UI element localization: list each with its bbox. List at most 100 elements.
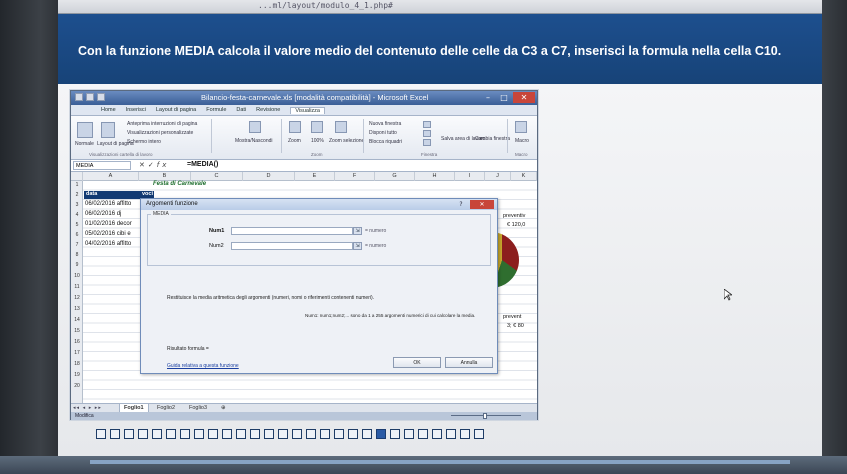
row-header[interactable]: 1 — [71, 181, 83, 190]
new-window-button[interactable]: Nuova finestra — [369, 121, 401, 127]
header-cell-data[interactable]: data — [84, 191, 140, 199]
custom-views-button[interactable]: Visualizzazioni personalizzate — [127, 130, 193, 136]
slide-page-box[interactable] — [236, 429, 246, 439]
slide-page-box[interactable] — [278, 429, 288, 439]
preventivo-header-cell[interactable]: preventiv — [503, 213, 525, 219]
row-header[interactable]: 8 — [71, 251, 83, 260]
slide-page-box[interactable] — [152, 429, 162, 439]
row-header[interactable]: 13 — [71, 305, 83, 314]
office-button-icon[interactable] — [75, 93, 83, 101]
tab-data[interactable]: Dati — [236, 107, 246, 113]
split-icon[interactable] — [423, 121, 431, 128]
num1-input[interactable] — [231, 227, 353, 235]
slide-page-box[interactable] — [208, 429, 218, 439]
close-icon[interactable]: ✕ — [513, 92, 535, 103]
slide-page-box[interactable] — [180, 429, 190, 439]
slide-page-box[interactable] — [194, 429, 204, 439]
slide-page-box[interactable] — [390, 429, 400, 439]
zoom-selection-icon[interactable] — [335, 121, 347, 133]
row-header[interactable]: 7 — [71, 241, 83, 250]
switch-windows-button[interactable]: Cambia finestra — [475, 136, 510, 142]
row-header[interactable]: 9 — [71, 261, 83, 270]
row-header[interactable]: 6 — [71, 231, 83, 240]
slide-page-box[interactable] — [124, 429, 134, 439]
page-layout-view-icon[interactable] — [101, 122, 115, 138]
num2-collapse-icon[interactable]: ⇲ — [353, 242, 362, 250]
slide-page-box[interactable] — [376, 429, 386, 439]
help-icon[interactable]: ? — [455, 200, 467, 209]
row-header[interactable]: 19 — [71, 371, 83, 380]
row-header[interactable]: 15 — [71, 327, 83, 336]
row-header[interactable]: 16 — [71, 338, 83, 347]
slide-page-box[interactable] — [250, 429, 260, 439]
data-cell-row4[interactable]: 06/02/2016 dj — [85, 211, 121, 217]
hide-icon[interactable] — [423, 130, 431, 137]
unhide-icon[interactable] — [423, 139, 431, 146]
slide-page-box[interactable] — [306, 429, 316, 439]
cancel-button[interactable]: Annulla — [445, 357, 493, 368]
num1-collapse-icon[interactable]: ⇲ — [353, 227, 362, 235]
name-box[interactable]: MEDIA — [73, 161, 131, 170]
dialog-close-icon[interactable]: ✕ — [470, 200, 494, 209]
row-header[interactable]: 12 — [71, 294, 83, 303]
column-header[interactable]: D — [243, 172, 295, 181]
sheet-title-cell[interactable]: Festa di Carnevale — [153, 181, 206, 187]
preventivo-note-cell[interactable]: prevent — [503, 314, 521, 320]
row-header[interactable]: 3 — [71, 201, 83, 210]
row-header[interactable]: 17 — [71, 349, 83, 358]
tab-view[interactable]: Visualizza — [290, 106, 325, 114]
slide-page-box[interactable] — [320, 429, 330, 439]
slide-page-box[interactable] — [166, 429, 176, 439]
select-all-corner[interactable] — [71, 172, 83, 181]
arrange-all-button[interactable]: Disponi tutto — [369, 130, 397, 136]
save-icon[interactable] — [86, 93, 94, 101]
data-cell-row6[interactable]: 05/02/2016 cibi e — [85, 231, 131, 237]
column-header[interactable]: E — [295, 172, 335, 181]
tab-formulas[interactable]: Formule — [206, 107, 226, 113]
column-header[interactable]: K — [511, 172, 537, 181]
page-break-preview-button[interactable]: Anteprima interruzioni di pagina — [127, 121, 197, 127]
column-header[interactable]: H — [415, 172, 455, 181]
formula-input[interactable]: =MEDIA() — [187, 161, 218, 168]
zoom-100-button[interactable]: 100% — [311, 138, 324, 144]
tab-page-layout[interactable]: Layout di pagina — [156, 107, 196, 113]
row-header[interactable]: 20 — [71, 382, 83, 391]
tab-home[interactable]: Home — [101, 107, 116, 113]
row-header[interactable]: 2 — [71, 191, 83, 200]
column-header[interactable]: F — [335, 172, 375, 181]
row-header[interactable]: 10 — [71, 272, 83, 281]
num2-input[interactable] — [231, 242, 353, 250]
zoom-selection-button[interactable]: Zoom selezione — [329, 138, 364, 144]
data-cell-row3[interactable]: 06/02/2016 affitto — [85, 201, 131, 207]
slide-page-box[interactable] — [460, 429, 470, 439]
undo-icon[interactable] — [97, 93, 105, 101]
slide-page-box[interactable] — [138, 429, 148, 439]
column-header[interactable]: C — [191, 172, 243, 181]
slide-page-box[interactable] — [96, 429, 106, 439]
column-header[interactable]: B — [139, 172, 191, 181]
ok-button[interactable]: OK — [393, 357, 441, 368]
slide-page-box[interactable] — [432, 429, 442, 439]
slide-page-box[interactable] — [418, 429, 428, 439]
function-help-link[interactable]: Guida relativa a questa funzione — [167, 363, 239, 369]
url-text[interactable]: ...ml/layout/modulo_4_1.php# — [258, 1, 393, 10]
data-cell-row5[interactable]: 01/02/2016 decor — [85, 221, 132, 227]
macro-button[interactable]: Macro — [515, 138, 529, 144]
row-header[interactable]: 4 — [71, 211, 83, 220]
minimize-icon[interactable]: – — [481, 92, 495, 103]
slide-page-box[interactable] — [348, 429, 358, 439]
slide-page-box[interactable] — [334, 429, 344, 439]
row-header[interactable]: 5 — [71, 221, 83, 230]
show-hide-button[interactable]: Mostra/Nascondi — [235, 138, 273, 144]
maximize-icon[interactable]: □ — [497, 92, 511, 103]
freeze-panes-button[interactable]: Blocca riquadri — [369, 139, 402, 145]
row-header[interactable]: 18 — [71, 360, 83, 369]
zoom-100-icon[interactable] — [311, 121, 323, 133]
column-header[interactable]: A — [83, 172, 139, 181]
row-header[interactable]: 14 — [71, 316, 83, 325]
tab-review[interactable]: Revisione — [256, 107, 280, 113]
show-hide-icon[interactable] — [249, 121, 261, 133]
column-header[interactable]: J — [485, 172, 511, 181]
column-header[interactable]: G — [375, 172, 415, 181]
full-screen-button[interactable]: Schermo intero — [127, 139, 161, 145]
